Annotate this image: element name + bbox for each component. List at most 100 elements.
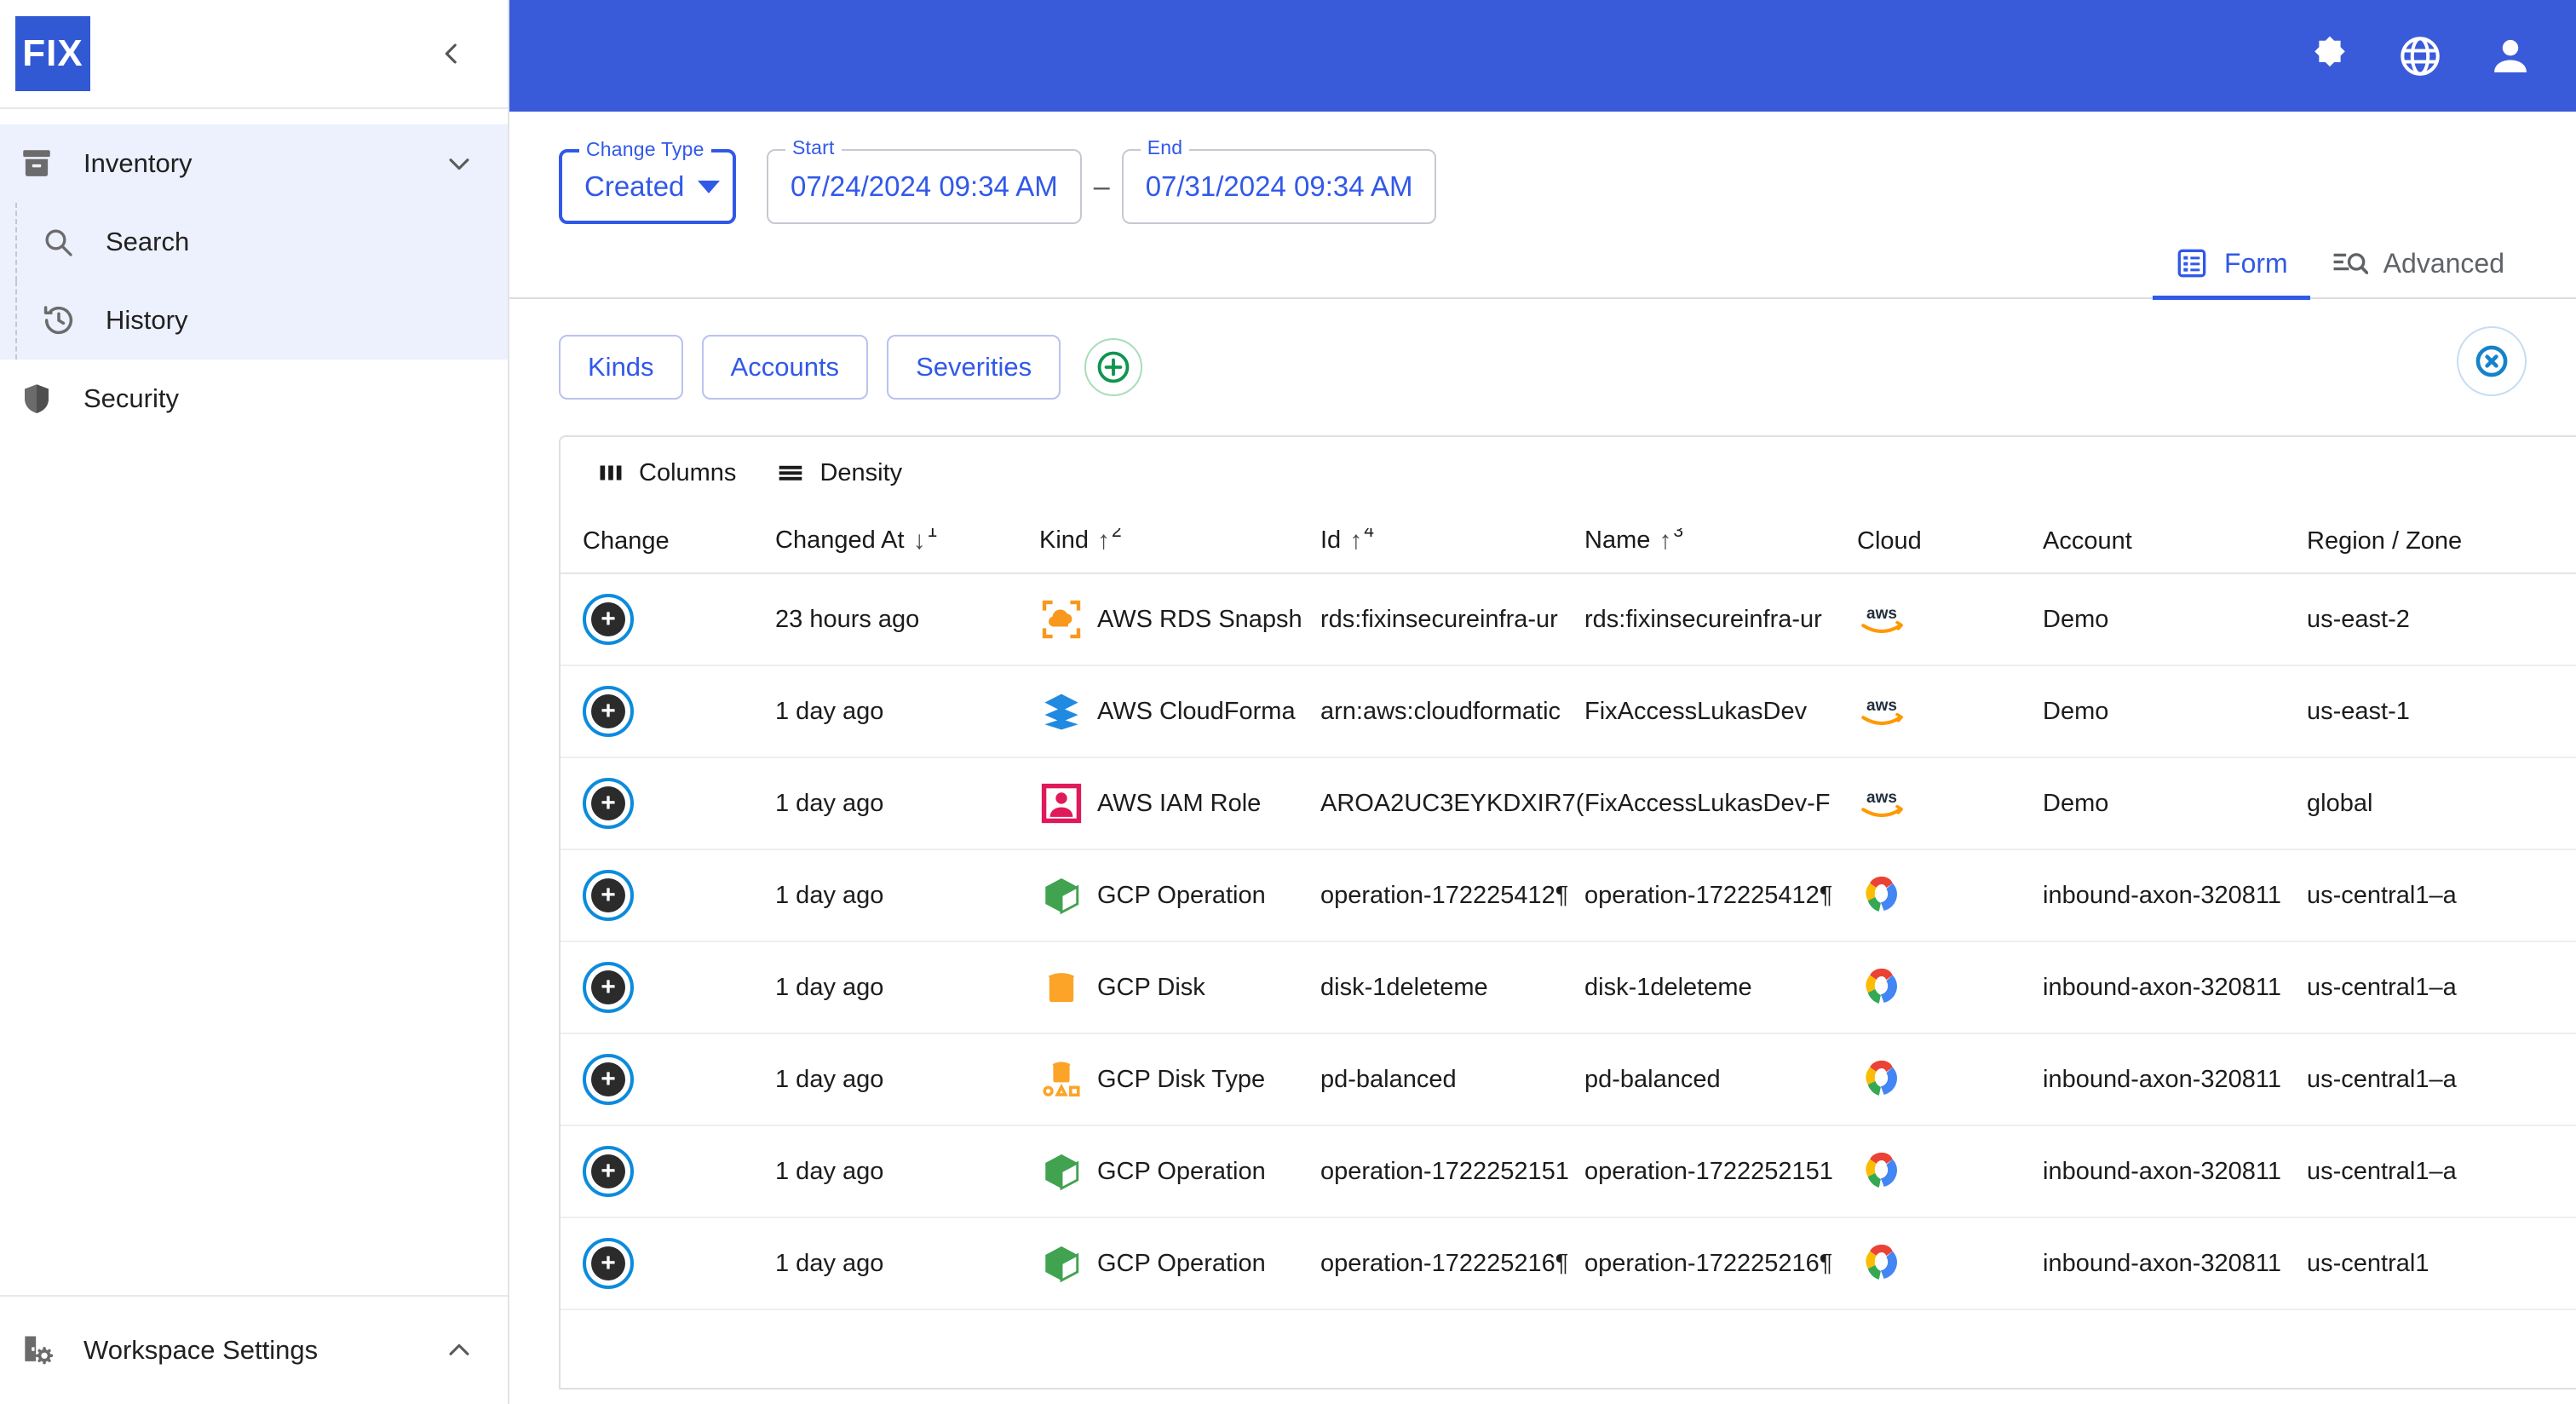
advanced-search-icon — [2333, 253, 2368, 274]
cell-cloud: aws — [1857, 779, 2043, 828]
kind-value: AWS IAM Role — [1097, 789, 1262, 817]
column-header-change[interactable]: Change — [583, 529, 775, 554]
cell-region-zone: us-east-1 — [2307, 698, 2576, 726]
grid-footer: Total Rows: 17 — [561, 1310, 2576, 1388]
cell-kind: GCP Operation — [1039, 873, 1320, 918]
column-header-id[interactable]: Id ↑ 4 — [1320, 528, 1584, 554]
density-button[interactable]: Density — [762, 452, 916, 494]
grid-body: +23 hours ago AWS RDS Snapsh rds:fixinsecu… — [561, 574, 2576, 1311]
change-type-select[interactable]: Change Type Created — [559, 138, 736, 224]
add-filter-button[interactable] — [1084, 338, 1143, 396]
chevron-left-icon — [445, 43, 457, 64]
expand-row-button[interactable]: + — [583, 594, 634, 646]
table-row[interactable]: +1 day ago GCP Disk disk-1deleteme disk-1de… — [561, 942, 2576, 1035]
filter-chip-severities[interactable]: Severities — [887, 335, 1061, 400]
region-value: us-central1 — [2307, 1249, 2429, 1277]
expand-row-button[interactable]: + — [583, 686, 634, 738]
app-logo[interactable]: FIX — [15, 16, 90, 91]
column-header-name[interactable]: Name ↑ 3 — [1584, 528, 1857, 554]
filter-chip-kinds[interactable]: Kinds — [559, 335, 683, 400]
cell-account: inbound-axon-320811 — [2043, 882, 2307, 910]
start-date-label: Start — [785, 136, 842, 159]
account-value: Demo — [2043, 789, 2109, 817]
column-header-changed-at[interactable]: Changed At ↓ 1 — [775, 528, 1039, 554]
column-header-region-zone[interactable]: Region / Zone — [2307, 529, 2576, 554]
end-date-input[interactable]: End 07/31/2024 09:34 AM — [1121, 136, 1437, 224]
column-header-account[interactable]: Account — [2043, 529, 2307, 554]
table-row[interactable]: +23 hours ago AWS RDS Snapsh rds:fixinsecu… — [561, 574, 2576, 667]
cell-cloud: aws — [1857, 687, 2043, 736]
table-row[interactable]: +1 day ago AWS CloudForma arn:aws:cloudfor… — [561, 666, 2576, 759]
cell-changed-at: 1 day ago — [775, 974, 1039, 1002]
table-row[interactable]: +1 day ago GCP Operation operation-1722252… — [561, 1126, 2576, 1219]
query-mode-tabs: Form Advanced — [509, 234, 2576, 300]
cell-id: operation-172225412¶ — [1320, 882, 1584, 910]
expand-row-button[interactable]: + — [583, 1054, 634, 1106]
sidebar-item-security[interactable]: Security — [0, 360, 508, 438]
tab-form[interactable]: Form — [2153, 234, 2310, 300]
cell-id: rds:fixinsecureinfra-ur — [1320, 606, 1584, 634]
sidebar-collapse-button[interactable] — [426, 28, 477, 79]
app-bar — [509, 0, 2576, 112]
sidebar-item-inventory[interactable]: Inventory — [0, 124, 508, 203]
expand-row-button[interactable]: + — [583, 962, 634, 1014]
cell-change: + — [583, 686, 775, 738]
table-row[interactable]: +1 day ago AWS IAM Role AROA2UC3EYKDXIR7(F… — [561, 758, 2576, 851]
expand-row-button[interactable]: + — [583, 870, 634, 922]
column-header-kind[interactable]: Kind ↑ 2 — [1039, 528, 1320, 554]
cell-changed-at: 1 day ago — [775, 1158, 1039, 1186]
expand-row-button[interactable]: + — [583, 1238, 634, 1290]
kind-value: GCP Disk Type — [1097, 1065, 1266, 1093]
column-header-label: Region / Zone — [2307, 528, 2463, 554]
changed-at-value: 23 hours ago — [775, 605, 920, 633]
sort-asc-arrow-icon: ↑ — [1097, 528, 1111, 555]
account-value: inbound-axon-320811 — [2043, 881, 2282, 909]
table-row[interactable]: +1 day ago GCP Operation operation-1722252… — [561, 1218, 2576, 1311]
name-value: disk-1deleteme — [1584, 973, 1752, 1001]
chevron-up-icon[interactable] — [445, 1336, 474, 1365]
account-value: inbound-axon-320811 — [2043, 1157, 2282, 1185]
kind-value: GCP Operation — [1097, 881, 1266, 909]
expand-plus-icon: + — [591, 1062, 625, 1097]
sort-index: 1 — [927, 528, 938, 542]
cell-id: operation-172225216¶ — [1320, 1250, 1584, 1278]
inventory-icon — [19, 146, 66, 181]
cell-changed-at: 1 day ago — [775, 790, 1039, 818]
sidebar-item-history[interactable]: History — [0, 281, 508, 360]
tab-advanced[interactable]: Advanced — [2310, 234, 2527, 300]
gcp-logo-icon — [1857, 963, 1906, 1012]
sidebar-item-workspace-settings[interactable]: Workspace Settings — [0, 1295, 508, 1404]
id-value: operation-172225216¶ — [1320, 1249, 1569, 1277]
table-row[interactable]: +1 day ago GCP Operation operation-1722254… — [561, 850, 2576, 943]
aws-logo-icon: aws — [1857, 687, 1906, 736]
cell-id: operation-1722252151 — [1320, 1158, 1584, 1186]
content-area: Change Type Created Start 07/24/2024 09:… — [509, 112, 2576, 1404]
dark-mode-toggle-button[interactable] — [2305, 32, 2355, 81]
kind-value: AWS CloudForma — [1097, 697, 1296, 725]
changed-at-value: 1 day ago — [775, 1249, 884, 1277]
end-date-value: 07/31/2024 09:34 AM — [1145, 170, 1413, 202]
sidebar-item-search[interactable]: Search — [0, 203, 508, 281]
start-date-input[interactable]: Start 07/24/2024 09:34 AM — [767, 136, 1082, 224]
column-header-cloud[interactable]: Cloud — [1857, 529, 2043, 554]
clear-filters-button[interactable] — [2457, 326, 2527, 396]
chevron-down-icon[interactable] — [445, 149, 474, 178]
grid-toolbar: Columns Density — [561, 437, 2576, 509]
shield-icon — [19, 381, 66, 417]
aws-logo-icon: aws — [1857, 595, 1906, 644]
columns-button[interactable]: Columns — [583, 452, 750, 494]
filter-chip-accounts[interactable]: Accounts — [701, 335, 869, 400]
expand-row-button[interactable]: + — [583, 1146, 634, 1198]
account-menu-button[interactable] — [2486, 32, 2535, 81]
table-row[interactable]: +1 day ago GCP Disk Type pd-balanced pd-bal… — [561, 1034, 2576, 1127]
language-button[interactable] — [2395, 32, 2445, 81]
name-value: operation-1722252151 — [1584, 1157, 1833, 1185]
cell-name: operation-1722252151 — [1584, 1158, 1857, 1186]
expand-row-button[interactable]: + — [583, 778, 634, 830]
cell-id: arn:aws:cloudformatic — [1320, 698, 1584, 726]
svg-text:aws: aws — [1866, 790, 1897, 808]
date-range-separator: – — [1093, 170, 1110, 203]
gcp-operation-icon — [1039, 1149, 1084, 1194]
cell-account: inbound-axon-320811 — [2043, 1250, 2307, 1278]
